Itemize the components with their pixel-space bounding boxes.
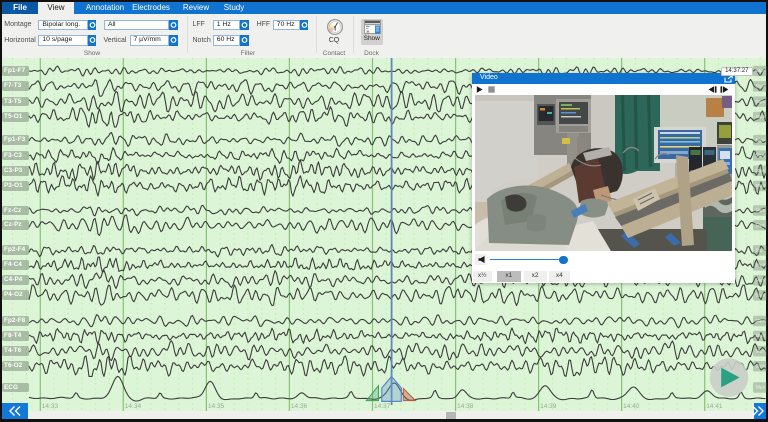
svg-text:50µV: 50µV xyxy=(756,68,766,73)
svg-text:50µV: 50µV xyxy=(756,183,766,188)
svg-text:50µV: 50µV xyxy=(756,99,766,104)
svg-text:50µV: 50µV xyxy=(756,114,766,119)
svg-text:50µV: 50µV xyxy=(756,248,766,253)
svg-text:50µV: 50µV xyxy=(756,293,766,298)
svg-text:50µV: 50µV xyxy=(756,153,766,158)
svg-text:50µV: 50µV xyxy=(756,363,766,368)
svg-text:50µV: 50µV xyxy=(756,333,766,338)
svg-text:50µV: 50µV xyxy=(756,84,766,89)
svg-text:50µV: 50µV xyxy=(756,385,766,390)
svg-text:50µV: 50µV xyxy=(756,168,766,173)
svg-text:50µV: 50µV xyxy=(756,318,766,323)
svg-text:50µV: 50µV xyxy=(756,348,766,353)
svg-text:50µV: 50µV xyxy=(756,263,766,268)
svg-text:50µV: 50µV xyxy=(756,222,766,227)
svg-text:50µV: 50µV xyxy=(756,208,766,213)
svg-text:50µV: 50µV xyxy=(756,137,766,142)
svg-text:50µV: 50µV xyxy=(756,278,766,283)
